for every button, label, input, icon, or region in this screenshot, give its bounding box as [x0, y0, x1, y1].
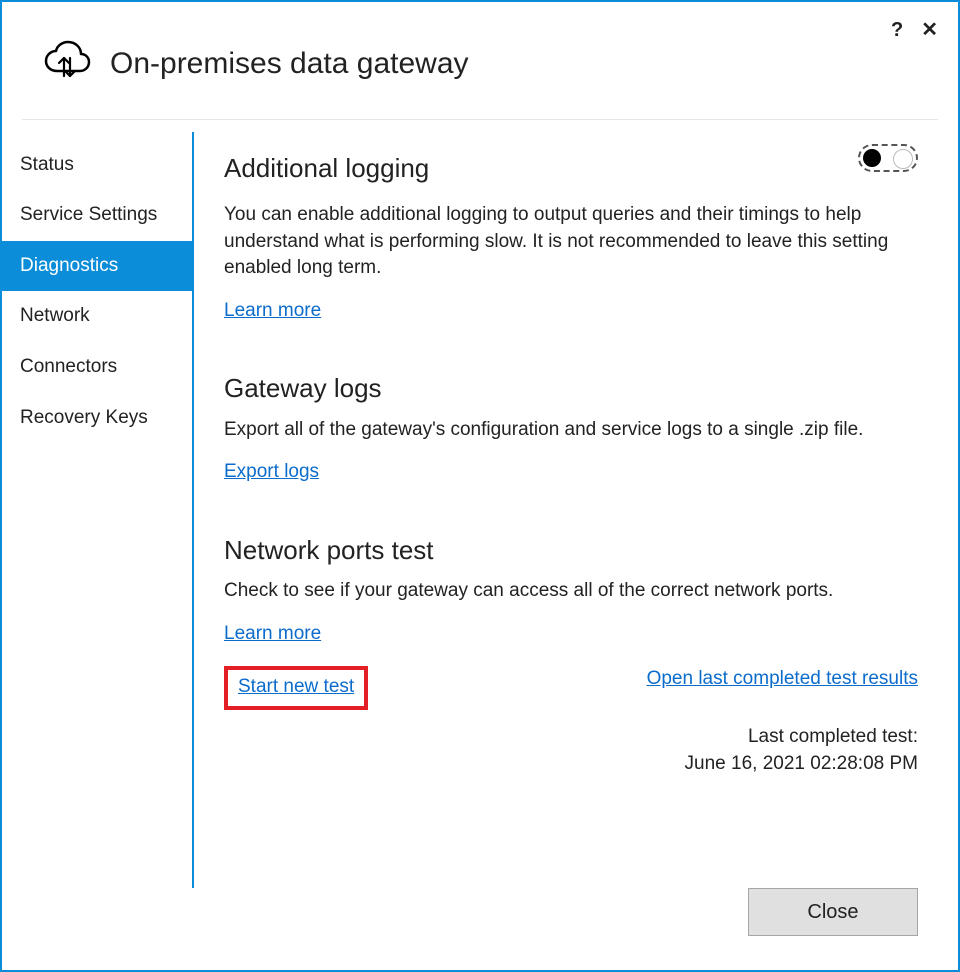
last-completed-test-label: Last completed test:: [224, 724, 918, 751]
network-ports-learn-more-link[interactable]: Learn more: [224, 623, 321, 644]
additional-logging-title: Additional logging: [224, 150, 429, 186]
gateway-logs-title: Gateway logs: [224, 370, 918, 406]
sidebar: Status Service Settings Diagnostics Netw…: [2, 132, 194, 888]
start-new-test-link[interactable]: Start new test: [238, 676, 354, 697]
additional-logging-toggle[interactable]: [858, 144, 918, 172]
additional-logging-learn-more-link[interactable]: Learn more: [224, 300, 321, 321]
section-additional-logging: Additional logging You can enable additi…: [224, 144, 918, 325]
last-completed-test-time: June 16, 2021 02:28:08 PM: [224, 751, 918, 778]
close-button[interactable]: Close: [748, 888, 918, 936]
section-network-ports: Network ports test Check to see if your …: [224, 532, 918, 777]
network-ports-title: Network ports test: [224, 532, 918, 568]
sidebar-item-diagnostics[interactable]: Diagnostics: [2, 241, 192, 292]
sidebar-item-network[interactable]: Network: [2, 291, 192, 342]
section-gateway-logs: Gateway logs Export all of the gateway's…: [224, 370, 918, 486]
network-ports-text: Check to see if your gateway can access …: [224, 578, 918, 605]
last-completed-test-info: Last completed test: June 16, 2021 02:28…: [224, 724, 918, 777]
page-title: On-premises data gateway: [110, 43, 469, 85]
content-area: Additional logging You can enable additi…: [194, 132, 958, 888]
sidebar-item-connectors[interactable]: Connectors: [2, 342, 192, 393]
sidebar-item-status[interactable]: Status: [2, 140, 192, 191]
sidebar-item-recovery-keys[interactable]: Recovery Keys: [2, 393, 192, 444]
cloud-gateway-icon: [42, 38, 92, 91]
header: On-premises data gateway: [2, 38, 958, 119]
body: Status Service Settings Diagnostics Netw…: [2, 120, 958, 888]
additional-logging-text: You can enable additional logging to out…: [224, 202, 918, 282]
footer: Close: [2, 888, 958, 970]
gateway-logs-text: Export all of the gateway's configuratio…: [224, 417, 918, 444]
app-window: ? ✕ On-premises data gateway Status Serv…: [0, 0, 960, 972]
start-new-test-highlight: Start new test: [224, 666, 368, 711]
export-logs-link[interactable]: Export logs: [224, 461, 319, 482]
open-last-results-link[interactable]: Open last completed test results: [647, 666, 918, 693]
sidebar-item-service-settings[interactable]: Service Settings: [2, 190, 192, 241]
